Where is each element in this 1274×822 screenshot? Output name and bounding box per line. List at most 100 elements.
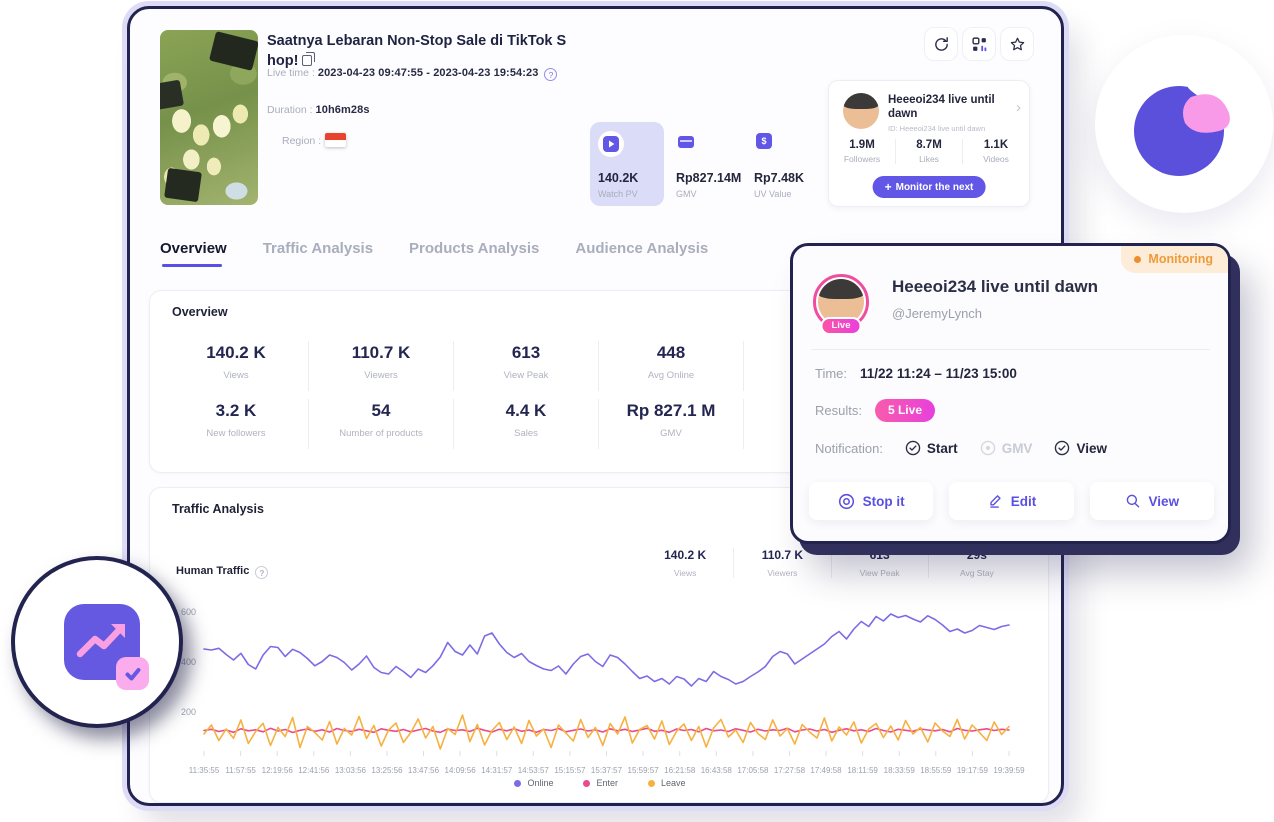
- data-overview-button[interactable]: [962, 27, 996, 61]
- search-icon: [1125, 493, 1141, 509]
- stat-sales: 4.4 KSales: [454, 399, 599, 449]
- x-axis-label: 17:49:58: [810, 766, 842, 775]
- refresh-button[interactable]: [924, 27, 958, 61]
- dollar-icon: $: [754, 131, 774, 151]
- live-time-value: 2023-04-23 09:47:55 - 2023-04-23 19:54:2…: [318, 67, 539, 79]
- plus-icon: +: [885, 180, 892, 194]
- thumbnail-sign: [160, 80, 184, 111]
- x-axis-label: 16:43:58: [701, 766, 733, 775]
- favorite-button[interactable]: [1000, 27, 1034, 61]
- x-axis-label: 15:59:57: [628, 766, 660, 775]
- region-label: Region :: [282, 135, 321, 147]
- legend-item-online[interactable]: Online: [514, 778, 553, 788]
- analysis-tabs: Overview Traffic Analysis Products Analy…: [160, 240, 708, 267]
- notification-gmv[interactable]: GMV: [980, 440, 1033, 456]
- chevron-right-icon[interactable]: ›: [1016, 99, 1021, 116]
- streamer-profile-card[interactable]: Heeeoi234 live until dawn ID: Heeeoi234 …: [828, 80, 1030, 207]
- x-axis-label: 14:31:57: [481, 766, 513, 775]
- edit-button[interactable]: Edit: [949, 482, 1073, 520]
- stat-gmv: Rp 827.1 MGMV: [599, 399, 744, 449]
- x-axis-label: 18:11:59: [847, 766, 878, 775]
- time-label: Time:: [815, 366, 847, 381]
- overview-stats-grid: 140.2 KViews 110.7 KViewers 613View Peak…: [164, 341, 744, 449]
- monitoring-badge-label: Monitoring: [1148, 252, 1213, 266]
- live-analytics-screen: Saatnya Lebaran Non-Stop Sale di TikTok …: [0, 0, 1274, 822]
- notification-label: Notification:: [815, 441, 883, 456]
- streamer-name: Heeeoi234 live until dawn: [888, 93, 1018, 122]
- streamer-head: Heeeoi234 live until dawn ID: Heeeoi234 …: [843, 93, 1018, 133]
- x-axis-label: 19:17:59: [957, 766, 989, 775]
- x-axis-label: 11:35:55: [189, 766, 220, 775]
- help-icon[interactable]: ?: [544, 68, 557, 81]
- uv-value: Rp7.48K: [754, 171, 812, 185]
- human-traffic-label: Human Traffic?: [176, 565, 268, 579]
- edit-icon: [987, 493, 1003, 509]
- x-axis-label: 12:19:56: [262, 766, 294, 775]
- gmv-card[interactable]: Rp827.14M GMV: [668, 122, 742, 206]
- refresh-icon: [933, 36, 950, 53]
- indonesia-flag-icon: [325, 133, 346, 147]
- y-axis-label: 600: [181, 607, 196, 617]
- legend-item-leave[interactable]: Leave: [648, 778, 686, 788]
- time-row: Time: 11/22 11:24 – 11/23 15:00: [815, 366, 1017, 381]
- help-icon[interactable]: ?: [255, 566, 268, 579]
- traffic-stats-row: 140.2 KViews 110.7 KViewers 613View Peak…: [637, 548, 1025, 578]
- monitor-next-label: Monitor the next: [896, 182, 974, 193]
- x-axis-label: 13:03:56: [335, 766, 367, 775]
- online-dot-icon: [514, 780, 521, 787]
- monitored-handle: @JeremyLynch: [892, 306, 982, 321]
- pie-chart-logo-icon: [1095, 35, 1273, 213]
- uv-value-card[interactable]: $ Rp7.48K UV Value: [746, 122, 820, 206]
- trend-logo-circle: [11, 556, 183, 728]
- x-axis-label: 19:39:59: [993, 766, 1025, 775]
- gmv-value: Rp827.14M: [676, 171, 734, 185]
- traffic-avg-stay: 29sAvg Stay: [929, 548, 1025, 578]
- stop-icon: [838, 493, 855, 510]
- stat-viewers: 110.7 KViewers: [309, 341, 454, 391]
- notification-view[interactable]: View: [1054, 440, 1107, 456]
- divider: [811, 349, 1210, 350]
- stop-it-button[interactable]: Stop it: [809, 482, 933, 520]
- avatar: [843, 93, 879, 129]
- x-axis-label: 12:41:56: [298, 766, 330, 775]
- tab-overview[interactable]: Overview: [160, 240, 227, 267]
- duration-row: Duration :10h6m28s: [267, 104, 370, 116]
- x-axis-label: 17:05:58: [737, 766, 769, 775]
- apps-grid-icon: [971, 36, 988, 53]
- watch-pv-card[interactable]: 140.2K Watch PV: [590, 122, 664, 206]
- check-badge: [116, 657, 149, 690]
- x-axis-label: 15:15:57: [554, 766, 586, 775]
- thumbnail-sign: [164, 168, 202, 202]
- traffic-viewers: 110.7 KViewers: [734, 548, 831, 578]
- monitoring-task-card: Monitoring Live Heeeoi234 live until daw…: [790, 243, 1231, 544]
- stat-new-followers: 3.2 KNew followers: [164, 399, 309, 449]
- tab-traffic-analysis[interactable]: Traffic Analysis: [263, 240, 373, 267]
- x-axis-label: 18:55:59: [920, 766, 952, 775]
- view-button[interactable]: View: [1090, 482, 1214, 520]
- results-live-pill[interactable]: 5 Live: [875, 399, 935, 422]
- tab-products-analysis[interactable]: Products Analysis: [409, 240, 539, 267]
- monitoring-dot-icon: [1134, 256, 1141, 263]
- notification-start[interactable]: Start: [905, 440, 958, 456]
- human-traffic-chart[interactable]: 20040060011:35:5511:57:5512:19:5612:41:5…: [164, 594, 1036, 800]
- tab-audience-analysis[interactable]: Audience Analysis: [575, 240, 708, 267]
- star-icon: [1009, 36, 1026, 53]
- live-title: Saatnya Lebaran Non-Stop Sale di TikTok …: [267, 32, 567, 71]
- stat-avg-online: 448Avg Online: [599, 341, 744, 391]
- legend-item-enter[interactable]: Enter: [583, 778, 618, 788]
- results-label: Results:: [815, 403, 862, 418]
- uv-label: UV Value: [754, 189, 812, 199]
- x-axis-label: 18:33:59: [884, 766, 916, 775]
- x-axis-label: 11:57:55: [225, 766, 256, 775]
- videos-stat: 1.1K Videos: [963, 139, 1029, 164]
- x-axis-label: 13:25:56: [371, 766, 403, 775]
- live-time-row: Live time :2023-04-23 09:47:55 - 2023-04…: [267, 67, 557, 81]
- monitored-avatar: Live: [813, 274, 869, 330]
- stat-products: 54Number of products: [309, 399, 454, 449]
- copy-icon[interactable]: [302, 55, 312, 66]
- monitor-next-button[interactable]: + Monitor the next: [873, 176, 986, 198]
- time-value: 11/22 11:24 – 11/23 15:00: [860, 366, 1017, 381]
- y-axis-label: 400: [181, 657, 196, 667]
- traffic-views: 140.2 KViews: [637, 548, 734, 578]
- check-icon: [123, 664, 143, 684]
